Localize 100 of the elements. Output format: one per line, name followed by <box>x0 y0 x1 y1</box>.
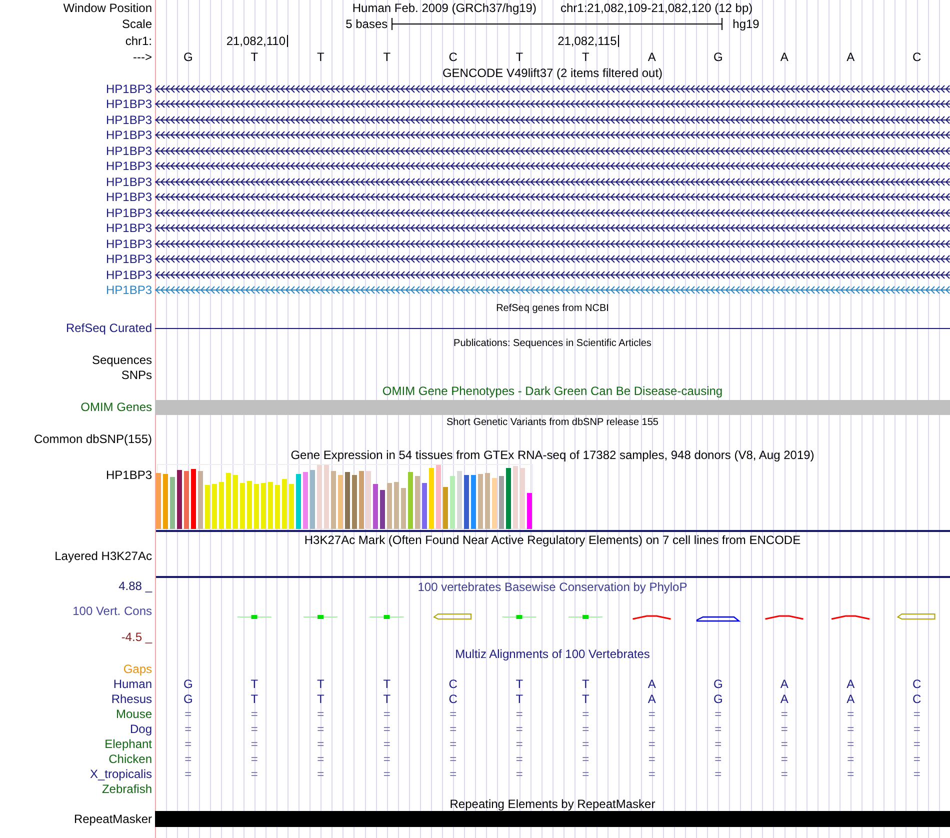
gene-label[interactable]: HP1BP3 <box>106 283 152 298</box>
track-title: Multiz Alignments of 100 Vertebrates <box>455 648 650 660</box>
strand-label: ---> <box>133 50 152 64</box>
gene-label[interactable]: HP1BP3 <box>106 190 152 204</box>
alignment-base: = <box>382 753 392 765</box>
alignment-base: A <box>646 693 657 705</box>
base-letter: T <box>316 51 326 63</box>
alignment-base: = <box>647 708 656 720</box>
base-letter: G <box>712 51 724 63</box>
alignment-base: G <box>712 693 724 705</box>
gene-label[interactable]: HP1BP3 <box>106 206 152 220</box>
track-title: Repeating Elements by RepeatMasker <box>450 798 656 810</box>
track-label[interactable]: 100 Vert. Cons <box>0 605 152 617</box>
alignment-base: = <box>382 768 392 780</box>
alignment-base: = <box>514 723 524 735</box>
gene-label[interactable]: HP1BP3 <box>106 128 152 142</box>
alignment-base: = <box>514 708 524 720</box>
base-letter: G <box>182 51 194 63</box>
species-label[interactable]: Chicken <box>108 752 152 766</box>
gene-label[interactable]: HP1BP3 <box>106 174 152 189</box>
alignment-base: = <box>912 753 922 765</box>
alignment-base: = <box>846 738 856 750</box>
alignment-base: T <box>580 693 590 705</box>
alignment-base: = <box>647 753 656 765</box>
species-label[interactable]: Rhesus <box>111 692 152 706</box>
alignment-base: = <box>780 753 789 765</box>
axis-min-label: -4.5 _ <box>120 630 152 642</box>
gene-label[interactable]: HP1BP3 <box>106 97 152 112</box>
gene-label[interactable]: HP1BP3 <box>106 159 152 174</box>
alignment-base: = <box>184 753 193 765</box>
alignment-base: = <box>714 738 723 750</box>
alignment-base: T <box>316 693 326 705</box>
alignment-base: = <box>780 723 789 735</box>
track-title: Publications: Sequences in Scientific Articles <box>454 339 652 349</box>
base-letter: C <box>448 51 458 63</box>
alignment-base: = <box>714 723 723 735</box>
alignment-base: = <box>184 723 193 735</box>
alignment-base: T <box>316 678 326 690</box>
alignment-base: = <box>714 753 723 765</box>
species-label[interactable]: Elephant <box>104 737 152 751</box>
scale-text: 5 bases <box>346 18 388 30</box>
alignment-base: = <box>184 738 193 750</box>
gene-label[interactable]: HP1BP3 <box>106 82 152 96</box>
gene-label[interactable]: HP1BP3 <box>106 144 152 158</box>
axis-max-label: 4.88 _ <box>118 580 152 592</box>
coordinate-label: 21,082,110 <box>226 34 288 46</box>
alignment-base: = <box>846 723 856 735</box>
alignment-base: = <box>714 768 723 780</box>
alignment-base: = <box>448 708 458 720</box>
base-letter: T <box>580 51 590 63</box>
track-label[interactable]: Layered H3K27Ac <box>54 548 152 562</box>
base-letter: A <box>646 51 657 63</box>
alignment-base: = <box>647 768 656 780</box>
alignment-base: C <box>448 678 458 690</box>
track-title: GENCODE V49lift37 (2 items filtered out) <box>442 67 663 79</box>
species-label[interactable]: Human <box>113 677 152 691</box>
track-label[interactable]: Common dbSNP(155) <box>34 432 152 446</box>
alignment-base: = <box>448 753 458 765</box>
species-label[interactable]: X_tropicalis <box>90 767 152 781</box>
alignment-base: = <box>581 753 590 765</box>
alignment-base: A <box>646 678 657 690</box>
alignment-base: = <box>250 738 259 750</box>
alignment-base: C <box>912 678 922 690</box>
track-label[interactable]: OMIM Genes <box>80 400 152 414</box>
alignment-base: = <box>250 753 259 765</box>
alignment-base: = <box>846 753 856 765</box>
alignment-base: = <box>382 708 392 720</box>
gene-label[interactable]: HP1BP3 <box>106 221 152 236</box>
alignment-base: C <box>912 693 922 705</box>
alignment-base: = <box>647 723 656 735</box>
track-label[interactable]: RefSeq Curated <box>66 321 152 335</box>
alignment-base: = <box>184 708 193 720</box>
track-label[interactable]: HP1BP3 <box>106 468 152 482</box>
alignment-base: G <box>182 693 194 705</box>
alignment-base: = <box>912 738 922 750</box>
alignment-base: = <box>912 768 922 780</box>
gene-label[interactable]: HP1BP3 <box>106 252 152 266</box>
alignment-base: = <box>581 723 590 735</box>
alignment-base: = <box>780 738 789 750</box>
alignment-base: = <box>912 708 922 720</box>
alignment-base: = <box>250 708 259 720</box>
base-letter: T <box>514 51 524 63</box>
alignment-base: G <box>182 678 194 690</box>
alignment-base: = <box>448 738 458 750</box>
alignment-base: = <box>316 723 326 735</box>
assembly-title: Human Feb. 2009 (GRCh37/hg19) <box>352 2 536 14</box>
gene-label[interactable]: HP1BP3 <box>106 236 152 251</box>
gene-label[interactable]: HP1BP3 <box>106 268 152 282</box>
track-label[interactable]: SNPs <box>121 368 152 382</box>
track-title: Gene Expression in 54 tissues from GTEx RNA-seq of 17382 samples, 948 donors (V8, Aug 2019) <box>290 448 814 460</box>
alignment-base: T <box>514 693 524 705</box>
alignment-base: T <box>250 678 260 690</box>
species-label[interactable]: Zebrafish <box>102 782 152 796</box>
track-label[interactable]: Sequences <box>92 352 152 367</box>
species-label[interactable]: Dog <box>130 722 152 736</box>
alignment-base: = <box>382 738 392 750</box>
species-label[interactable]: Mouse <box>116 707 152 721</box>
track-label[interactable]: RepeatMasker <box>74 812 152 826</box>
gene-label[interactable]: HP1BP3 <box>106 112 152 127</box>
alignment-base: = <box>514 768 524 780</box>
